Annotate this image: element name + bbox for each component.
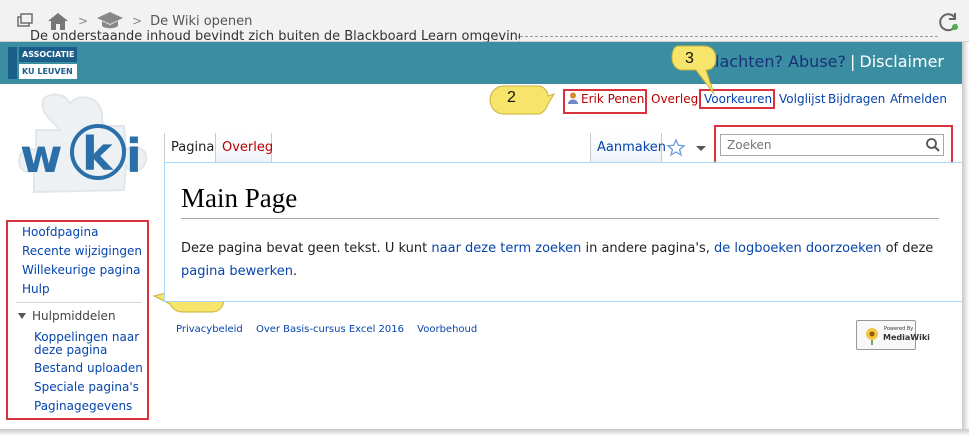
svg-text:k: k — [82, 127, 114, 181]
page-shadow-right — [962, 42, 969, 436]
sidebar-item-what-links-here-2[interactable]: deze pagina — [34, 343, 107, 357]
personal-links: Erik Penen Overleg Voorkeuren Volglijst … — [0, 92, 969, 110]
logo-line-2: KU LEUVEN — [19, 64, 78, 79]
footer-privacy-link[interactable]: Privacybeleid — [176, 324, 243, 335]
body-text-segment: Deze pagina bevat geen tekst. U kunt — [181, 241, 432, 256]
screenshot-root: > > De Wiki openen De onderstaande inhou… — [0, 0, 969, 436]
page-shadow-bottom — [0, 429, 969, 436]
tools-heading[interactable]: Hulpmiddelen — [18, 309, 116, 323]
external-content-notice: De onderstaande inhoud bevindt zich buit… — [30, 29, 520, 42]
footer-about-link[interactable]: Over Basis-cursus Excel 2016 — [256, 324, 404, 335]
sidebar-item-special-pages[interactable]: Speciale pagina's — [34, 380, 139, 394]
search-logs-link[interactable]: de logboeken doorzoeken — [714, 241, 881, 256]
svg-text:i: i — [126, 129, 142, 183]
breadcrumb-bar: > > De Wiki openen De onderstaande inhou… — [0, 0, 969, 42]
body-text-segment: . — [292, 264, 298, 279]
logo-strip — [8, 47, 17, 79]
powered-by-mediawiki-badge[interactable]: Powered By MediaWiki — [856, 320, 930, 350]
refresh-icon[interactable] — [936, 10, 960, 34]
breadcrumb-current[interactable]: De Wiki openen — [150, 14, 252, 29]
footer-links: Privacybeleid Over Basis-cursus Excel 20… — [176, 324, 487, 335]
disclaimer-link[interactable]: Disclaimer — [859, 52, 944, 71]
search-input[interactable] — [720, 134, 944, 156]
content-panel: Main Page Deze pagina bevat geen tekst. … — [164, 162, 962, 302]
header-separator: | — [850, 52, 856, 71]
sidebar-item-what-links-here[interactable]: Koppelingen naar — [34, 330, 139, 344]
footer-disclaimers-link[interactable]: Voorbehoud — [417, 324, 477, 335]
sidebar-item-random-page[interactable]: Willekeurige pagina — [22, 263, 140, 277]
collapse-triangle-icon — [18, 313, 26, 319]
sidebar-item-help[interactable]: Hulp — [22, 282, 50, 296]
edit-page-link[interactable]: pagina bewerken — [181, 264, 293, 279]
tab-discussion[interactable]: Overleg — [216, 133, 273, 163]
body-text-segment: of deze — [881, 241, 934, 256]
powered-by-line-2: MediaWiki — [883, 333, 930, 342]
breadcrumb-separator: > — [132, 14, 143, 28]
sidebar-item-page-info[interactable]: Paginagegevens — [34, 399, 132, 413]
home-icon[interactable] — [44, 11, 70, 31]
mediawiki-flower-icon — [866, 328, 878, 345]
watch-star-icon[interactable] — [664, 135, 688, 161]
more-actions-chevron-down-icon[interactable] — [690, 133, 712, 163]
sidebar-item-main-page[interactable]: Hoofdpagina — [22, 225, 98, 239]
logout-link[interactable]: Afmelden — [890, 92, 947, 106]
complaints-link[interactable]: Klachten? Abuse? — [705, 52, 846, 71]
tab-create[interactable]: Aanmaken — [590, 133, 666, 163]
powered-by-line-1: Powered By — [884, 326, 914, 332]
callout-3-number: 3 — [685, 50, 694, 67]
header-links: Klachten? Abuse? | Disclaimer — [705, 52, 944, 71]
title-divider — [181, 218, 939, 219]
breadcrumb-separator: > — [78, 14, 89, 28]
callout-3-shape — [671, 45, 717, 95]
watchlist-link[interactable]: Volglijst — [779, 92, 826, 106]
sidebar-item-upload-file[interactable]: Bestand uploaden — [34, 361, 143, 375]
logo-line-1: ASSOCIATIE — [19, 47, 78, 62]
search-icon[interactable] — [925, 137, 941, 153]
callout-2-shape — [489, 85, 556, 115]
association-logo[interactable]: ASSOCIATIE KU LEUVEN — [8, 47, 84, 79]
search-term-link[interactable]: naar deze term zoeken — [431, 241, 581, 256]
window-icon[interactable] — [14, 11, 36, 31]
tools-heading-label: Hulpmiddelen — [32, 309, 116, 323]
contributions-link[interactable]: Bijdragen — [828, 92, 885, 106]
svg-text:w: w — [20, 129, 63, 183]
page-title: Main Page — [181, 183, 298, 213]
notice-divider — [520, 36, 938, 37]
body-text-segment: in andere pagina's, — [581, 241, 715, 256]
callout-2-number: 2 — [507, 89, 516, 106]
page-body-text: Deze pagina bevat geen tekst. U kunt naa… — [181, 237, 941, 283]
annotation-box-user — [563, 89, 647, 114]
sidebar-divider — [16, 302, 142, 303]
tab-page[interactable]: Pagina — [164, 133, 216, 163]
sidebar-item-recent-changes[interactable]: Recente wijzigingen — [22, 244, 142, 258]
graduation-cap-icon[interactable] — [96, 11, 124, 31]
site-header: ASSOCIATIE KU LEUVEN Klachten? Abuse? | Di… — [0, 42, 962, 84]
